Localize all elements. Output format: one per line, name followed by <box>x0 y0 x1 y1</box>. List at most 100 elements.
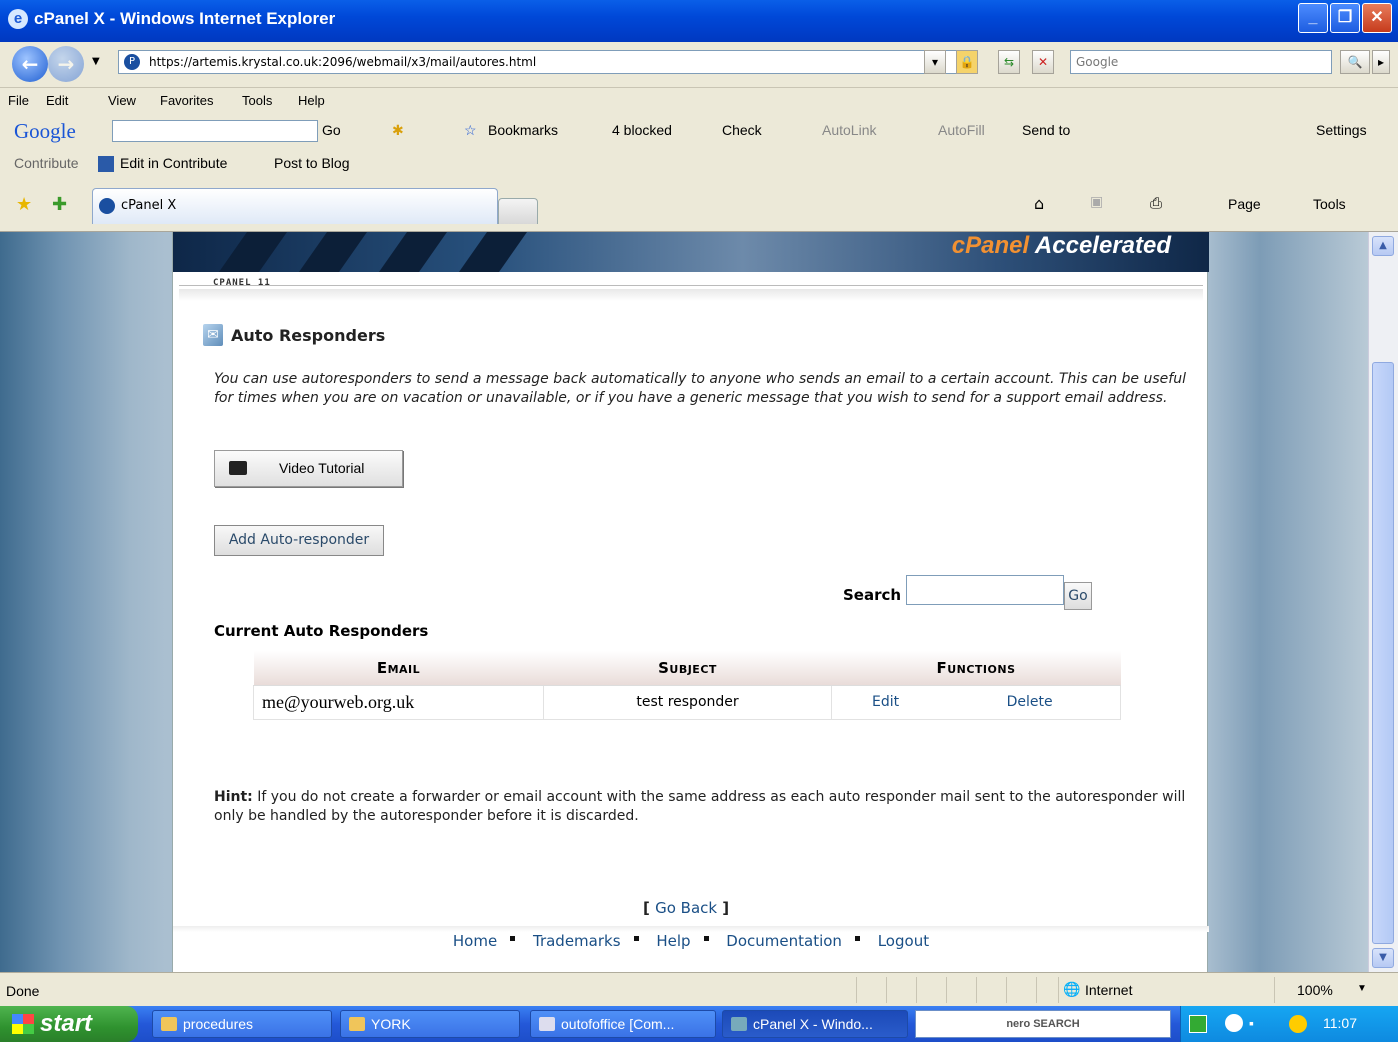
spellcheck-button[interactable]: Check <box>722 122 762 138</box>
menu-favorites[interactable]: Favorites <box>160 93 213 108</box>
window-title: cPanel X - Windows Internet Explorer <box>34 9 336 28</box>
go-back-container: [ Go Back ] <box>643 899 730 917</box>
nero-search-box[interactable]: nero SEARCH <box>915 1010 1171 1038</box>
system-tray: ▪ 11:07 <box>1180 1006 1398 1042</box>
page-menu-button[interactable]: Page <box>1228 196 1261 212</box>
menu-tools[interactable]: Tools <box>242 93 272 108</box>
cpanel-favicon-icon: P <box>124 54 140 70</box>
globe-icon: 🌐 <box>1063 981 1081 997</box>
footer-home-link[interactable]: Home <box>453 932 497 950</box>
send-to-button[interactable]: Send to <box>1022 122 1070 138</box>
hint-label: Hint: <box>214 789 253 805</box>
autolink-button[interactable]: AutoLink <box>822 122 876 138</box>
home-icon[interactable]: ⌂ <box>1034 194 1044 213</box>
tray-app-icon[interactable] <box>1189 1015 1207 1033</box>
folder-icon <box>161 1017 177 1031</box>
task-procedures[interactable]: procedures <box>152 1010 332 1038</box>
history-dropdown-icon[interactable]: ▼ <box>92 56 100 67</box>
search-go-icon[interactable]: 🔍 <box>1340 50 1370 74</box>
forward-button[interactable]: → <box>48 46 84 82</box>
search-label: Search <box>843 586 902 604</box>
minimize-button[interactable]: _ <box>1298 3 1328 33</box>
tab-cpanel[interactable]: cPanel X <box>92 188 498 224</box>
contribute-toolbar: Contribute Edit in Contribute Post to Bl… <box>0 148 1398 178</box>
google-search-box[interactable] <box>112 120 318 142</box>
post-to-blog-button[interactable]: Post to Blog <box>274 155 350 171</box>
window-titlebar: e cPanel X - Windows Internet Explorer _… <box>0 0 1398 42</box>
lock-icon[interactable]: 🔒 <box>956 50 978 74</box>
ie-icon <box>731 1017 747 1031</box>
stop-icon[interactable]: ✕ <box>1032 50 1054 74</box>
search-input[interactable]: Google <box>1070 50 1332 74</box>
settings-button[interactable]: Settings <box>1316 122 1367 138</box>
col-functions: Functions <box>831 651 1121 686</box>
taskbar: start procedures YORK outofoffice [Com..… <box>0 1006 1398 1042</box>
task-cpanel-ie[interactable]: cPanel X - Windo... <box>722 1010 908 1038</box>
go-back-link[interactable]: Go Back <box>655 899 717 917</box>
start-label: start <box>40 1010 93 1037</box>
search-go-button[interactable]: Go <box>1064 582 1092 610</box>
address-dropdown-icon[interactable]: ▾ <box>924 50 946 74</box>
popup-blocked-button[interactable]: 4 blocked <box>612 122 672 138</box>
footer-trademarks-link[interactable]: Trademarks <box>533 932 621 950</box>
address-bar[interactable]: P https://artemis.krystal.co.uk:2096/web… <box>118 50 978 74</box>
scroll-up-icon[interactable]: ▲ <box>1372 236 1394 256</box>
video-tutorial-button[interactable]: Video Tutorial <box>214 450 403 487</box>
responder-search-input[interactable] <box>906 575 1064 605</box>
contribute-label: Contribute <box>14 155 79 171</box>
print-icon[interactable]: ⎙ <box>1150 194 1162 212</box>
maximize-button[interactable]: ❐ <box>1330 3 1360 33</box>
tray-alert-icon[interactable] <box>1289 1015 1307 1033</box>
page-description: You can use autoresponders to send a mes… <box>214 371 1186 406</box>
current-responders-heading: Current Auto Responders <box>214 622 429 640</box>
favorites-star-icon[interactable]: ★ <box>16 194 32 215</box>
scroll-down-icon[interactable]: ▼ <box>1372 948 1394 968</box>
google-toolbar: Google Go ✱ Bookmarks ☆ 4 blocked Check … <box>0 114 1398 148</box>
page-title: Auto Responders <box>231 326 386 345</box>
task-outofoffice[interactable]: outofoffice [Com... <box>530 1010 716 1038</box>
footer-documentation-link[interactable]: Documentation <box>726 932 842 950</box>
task-york[interactable]: YORK <box>340 1010 520 1038</box>
menu-view[interactable]: View <box>108 93 136 108</box>
zoom-dropdown-icon[interactable]: ▼ <box>1357 983 1367 994</box>
footer-help-link[interactable]: Help <box>656 932 690 950</box>
sparkle-icon[interactable]: ✱ <box>392 122 404 139</box>
cpanel-accelerated-logo: cPanel Accelerated <box>951 232 1171 259</box>
search-options-icon[interactable]: ▸ <box>1372 50 1390 74</box>
video-tutorial-label: Video Tutorial <box>279 460 365 476</box>
col-email: Email <box>253 651 544 686</box>
status-bar: Done 🌐 Internet 100% ▼ <box>0 972 1398 1006</box>
refresh-icon[interactable]: ⇆ <box>998 50 1020 74</box>
google-go-button[interactable]: Go <box>322 122 341 138</box>
tray-back-icon[interactable] <box>1225 1014 1243 1032</box>
page-viewport: cPanel Accelerated CPANEL 11 ✉ Auto Resp… <box>0 232 1368 972</box>
network-icon[interactable]: ▪ <box>1249 1015 1254 1031</box>
new-tab-button[interactable] <box>498 198 538 224</box>
menu-file[interactable]: File <box>8 93 29 108</box>
row-subject: test responder <box>543 684 832 720</box>
menu-edit[interactable]: Edit <box>46 93 68 108</box>
ie-logo-icon: e <box>8 9 28 29</box>
cpanel-banner: cPanel Accelerated <box>173 232 1209 272</box>
delete-link[interactable]: Delete <box>939 684 1122 720</box>
close-button[interactable]: ✕ <box>1362 3 1392 33</box>
autofill-button[interactable]: AutoFill <box>938 122 985 138</box>
menu-help[interactable]: Help <box>298 93 325 108</box>
feeds-icon[interactable]: ▣ <box>1090 194 1103 210</box>
start-button[interactable]: start <box>0 1006 138 1042</box>
row-email: me@yourweb.org.uk <box>253 684 544 720</box>
add-autoresponder-button[interactable]: Add Auto-responder <box>214 525 384 556</box>
edit-in-contribute-button[interactable]: Edit in Contribute <box>120 155 227 171</box>
back-button[interactable]: ← <box>12 46 48 82</box>
add-favorite-icon[interactable]: ✚ <box>52 194 67 215</box>
hint-body: If you do not create a forwarder or emai… <box>214 789 1186 824</box>
scroll-thumb[interactable] <box>1372 362 1394 944</box>
contribute-icon <box>98 156 114 172</box>
bookmarks-button[interactable]: Bookmarks <box>488 122 558 138</box>
edit-link[interactable]: Edit <box>831 684 940 720</box>
windows-flag-icon <box>12 1014 34 1034</box>
tools-menu-button[interactable]: Tools <box>1313 196 1346 212</box>
zone-label: Internet <box>1085 982 1133 998</box>
footer-logout-link[interactable]: Logout <box>878 932 929 950</box>
zoom-control[interactable]: 100% ▼ <box>1274 977 1384 1003</box>
